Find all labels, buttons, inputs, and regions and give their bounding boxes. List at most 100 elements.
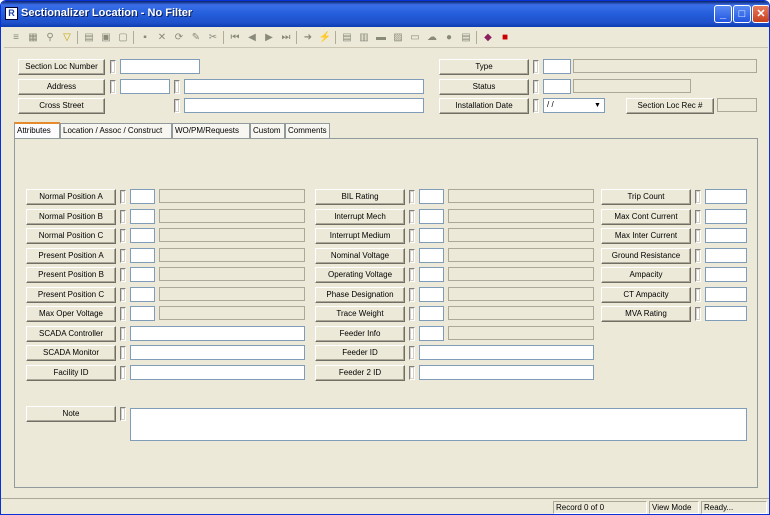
normal-position-b-code-field[interactable]	[130, 209, 155, 224]
status-code-field[interactable]	[543, 79, 571, 94]
installation-date-field[interactable]: / / ▼	[543, 98, 605, 113]
bil-rating-code-field[interactable]	[419, 189, 444, 204]
grid-icon[interactable]: ▦	[25, 30, 41, 45]
address-label[interactable]: Address	[18, 79, 105, 95]
feeder-2-id-grip[interactable]	[409, 366, 415, 380]
scada-monitor-grip[interactable]	[120, 346, 126, 360]
ground-resistance-label[interactable]: Ground Resistance	[601, 248, 691, 264]
goto-icon[interactable]: ➜	[300, 30, 316, 45]
max-oper-voltage-code-field[interactable]	[130, 306, 155, 321]
installation-date-grip[interactable]	[533, 99, 539, 113]
first-record-icon[interactable]: ⏮	[227, 30, 243, 45]
tab-custom[interactable]: Custom	[250, 123, 285, 138]
list-icon[interactable]: ≡	[8, 30, 24, 45]
phase-designation-label[interactable]: Phase Designation	[315, 287, 405, 303]
tree-icon[interactable]: ▥	[356, 30, 372, 45]
chart-icon[interactable]: ▨	[390, 30, 406, 45]
nominal-voltage-grip[interactable]	[409, 249, 415, 263]
last-record-icon[interactable]: ⏭	[278, 30, 294, 45]
address-street-field[interactable]	[184, 79, 424, 94]
feeder-id-grip[interactable]	[409, 346, 415, 360]
tab-attributes[interactable]: Attributes	[14, 122, 60, 139]
minimize-button[interactable]: _	[714, 5, 732, 23]
cross-street-label[interactable]: Cross Street	[18, 98, 105, 114]
type-label[interactable]: Type	[439, 59, 529, 75]
normal-position-a-code-field[interactable]	[130, 189, 155, 204]
ground-resistance-field[interactable]	[705, 248, 747, 263]
feeder-id-label[interactable]: Feeder ID	[315, 345, 405, 361]
ampacity-field[interactable]	[705, 267, 747, 282]
status-label[interactable]: Status	[439, 79, 529, 95]
scada-monitor-field[interactable]	[130, 345, 305, 360]
filter-icon[interactable]: ▽	[59, 30, 75, 45]
operating-voltage-code-field[interactable]	[419, 267, 444, 282]
binoculars-icon[interactable]: ⚲	[42, 30, 58, 45]
delete-icon[interactable]: ✕	[154, 30, 170, 45]
trace-weight-label[interactable]: Trace Weight	[315, 306, 405, 322]
tab-location-assoc-construct[interactable]: Location / Assoc / Construct	[60, 123, 172, 138]
section-loc-rec-button[interactable]: Section Loc Rec #	[626, 98, 714, 114]
mva-rating-grip[interactable]	[695, 307, 701, 321]
note-field[interactable]	[130, 408, 747, 441]
tab-wo-pm-requests[interactable]: WO/PM/Requests	[172, 123, 250, 138]
cut-icon[interactable]: ✂	[205, 30, 221, 45]
feeder-info-label[interactable]: Feeder Info	[315, 326, 405, 342]
cloud-icon[interactable]: ☁	[424, 30, 440, 45]
facility-id-grip[interactable]	[120, 366, 126, 380]
normal-position-a-grip[interactable]	[120, 190, 126, 204]
section-loc-number-field[interactable]	[120, 59, 200, 74]
close-button[interactable]: ✕	[752, 5, 769, 23]
exit-icon[interactable]: ■	[497, 30, 513, 45]
phase-designation-code-field[interactable]	[419, 287, 444, 302]
interrupt-mech-grip[interactable]	[409, 210, 415, 224]
scada-controller-field[interactable]	[130, 326, 305, 341]
save-icon[interactable]: ▪	[137, 30, 153, 45]
ct-ampacity-grip[interactable]	[695, 288, 701, 302]
copy-icon[interactable]: ▣	[98, 30, 114, 45]
cross-street-grip[interactable]	[174, 99, 180, 113]
globe-icon[interactable]: ●	[441, 30, 457, 45]
prev-record-icon[interactable]: ◀	[244, 30, 260, 45]
refresh-icon[interactable]: ⟳	[171, 30, 187, 45]
max-inter-current-label[interactable]: Max Inter Current	[601, 228, 691, 244]
nominal-voltage-code-field[interactable]	[419, 248, 444, 263]
interrupt-medium-code-field[interactable]	[419, 228, 444, 243]
trace-weight-grip[interactable]	[409, 307, 415, 321]
address-number-field[interactable]	[120, 79, 170, 94]
note-grip[interactable]	[120, 407, 126, 421]
new-record-icon[interactable]: ▤	[81, 30, 97, 45]
ampacity-label[interactable]: Ampacity	[601, 267, 691, 283]
edit-icon[interactable]: ✎	[188, 30, 204, 45]
present-position-a-grip[interactable]	[120, 249, 126, 263]
feeder-info-grip[interactable]	[409, 327, 415, 341]
section-loc-number-label[interactable]: Section Loc Number	[18, 59, 105, 75]
bil-rating-label[interactable]: BIL Rating	[315, 189, 405, 205]
trip-count-field[interactable]	[705, 189, 747, 204]
chevron-down-icon[interactable]: ▼	[591, 99, 604, 112]
trip-count-grip[interactable]	[695, 190, 701, 204]
interrupt-mech-label[interactable]: Interrupt Mech	[315, 209, 405, 225]
operating-voltage-label[interactable]: Operating Voltage	[315, 267, 405, 283]
present-position-b-code-field[interactable]	[130, 267, 155, 282]
feeder-2-id-label[interactable]: Feeder 2 ID	[315, 365, 405, 381]
max-cont-current-field[interactable]	[705, 209, 747, 224]
present-position-b-grip[interactable]	[120, 268, 126, 282]
next-record-icon[interactable]: ▶	[261, 30, 277, 45]
paste-icon[interactable]: ▢	[115, 30, 131, 45]
scada-controller-grip[interactable]	[120, 327, 126, 341]
normal-position-b-label[interactable]: Normal Position B	[26, 209, 116, 225]
normal-position-c-label[interactable]: Normal Position C	[26, 228, 116, 244]
section-loc-number-grip[interactable]	[110, 60, 116, 74]
note-label[interactable]: Note	[26, 406, 116, 422]
present-position-a-label[interactable]: Present Position A	[26, 248, 116, 264]
cross-street-field[interactable]	[184, 98, 424, 113]
ct-ampacity-label[interactable]: CT Ampacity	[601, 287, 691, 303]
max-inter-current-grip[interactable]	[695, 229, 701, 243]
max-oper-voltage-label[interactable]: Max Oper Voltage	[26, 306, 116, 322]
normal-position-c-code-field[interactable]	[130, 228, 155, 243]
normal-position-c-grip[interactable]	[120, 229, 126, 243]
max-inter-current-field[interactable]	[705, 228, 747, 243]
options-icon[interactable]: ▤	[458, 30, 474, 45]
scada-controller-label[interactable]: SCADA Controller	[26, 326, 116, 342]
lightning-icon[interactable]: ⚡	[317, 30, 333, 45]
